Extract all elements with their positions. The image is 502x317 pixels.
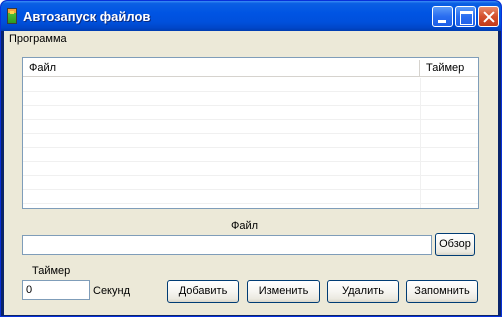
- timer-label: Таймер: [32, 265, 71, 277]
- column-divider: [420, 78, 421, 208]
- maximize-button[interactable]: [455, 6, 476, 27]
- menu-item-program[interactable]: Программа: [7, 33, 69, 45]
- empty-row: [23, 134, 478, 148]
- list-rows: [23, 78, 478, 204]
- menu-bar: Программа: [4, 31, 498, 49]
- file-label: Файл: [231, 220, 259, 232]
- seconds-label: Секунд: [93, 285, 130, 297]
- empty-row: [23, 92, 478, 106]
- save-button[interactable]: Запомнить: [406, 280, 478, 303]
- browse-button[interactable]: Обзор: [435, 233, 475, 256]
- client-area: Программа Файл Таймер Файл Обзор Таймер …: [4, 31, 498, 315]
- column-header-timer[interactable]: Таймер: [420, 60, 478, 77]
- file-list[interactable]: Файл Таймер: [22, 57, 479, 209]
- close-button[interactable]: [478, 6, 499, 27]
- edit-button[interactable]: Изменить: [247, 280, 320, 303]
- empty-row: [23, 78, 478, 92]
- delete-button[interactable]: Удалить: [327, 280, 399, 303]
- file-path-input[interactable]: [22, 235, 432, 255]
- app-icon: [7, 8, 17, 24]
- empty-row: [23, 162, 478, 176]
- main-window: Автозапуск файлов Программа Файл Таймер: [0, 0, 502, 317]
- empty-row: [23, 176, 478, 190]
- window-title: Автозапуск файлов: [23, 9, 151, 24]
- empty-row: [23, 148, 478, 162]
- column-header-file[interactable]: Файл: [23, 60, 420, 77]
- list-header: Файл Таймер: [23, 60, 478, 77]
- empty-row: [23, 120, 478, 134]
- empty-row: [23, 106, 478, 120]
- add-button[interactable]: Добавить: [167, 280, 239, 303]
- timer-input[interactable]: 0: [22, 280, 90, 300]
- title-bar[interactable]: Автозапуск файлов: [1, 1, 501, 31]
- empty-row: [23, 190, 478, 204]
- minimize-button[interactable]: [432, 6, 453, 27]
